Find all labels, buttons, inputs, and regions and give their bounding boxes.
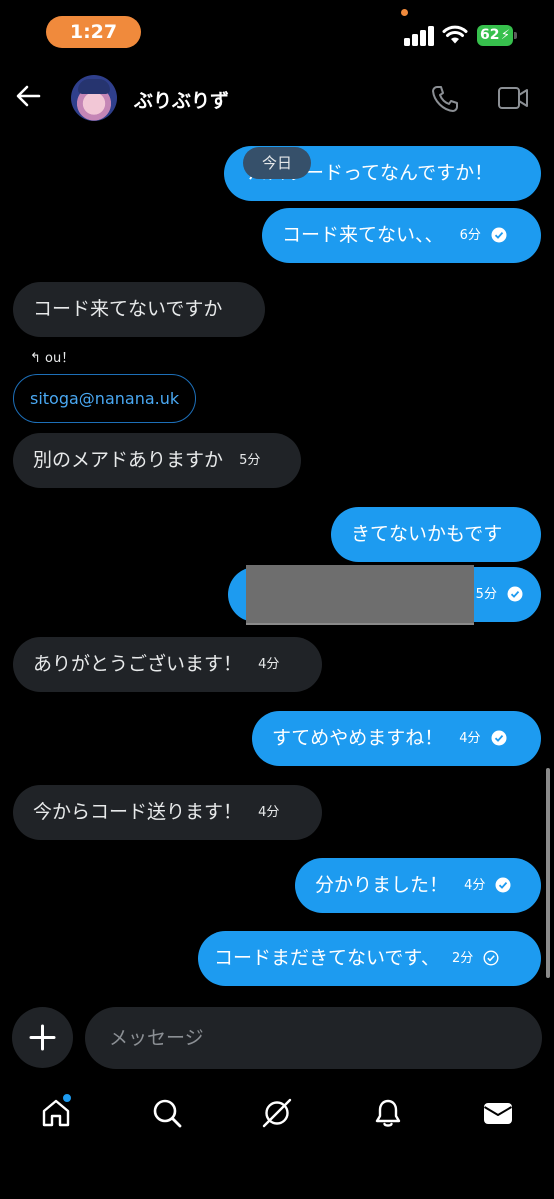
video-call-icon[interactable] [497,86,529,110]
message-text: 分かりました！ [315,874,449,896]
battery-level: 62 [480,27,500,43]
add-attachment-button[interactable] [12,1007,73,1068]
message-sent[interactable]: 分かりました！ 4分 [295,858,541,913]
message-text: コード来てないですか [33,298,223,320]
message-text: コードまだきてないです、 [214,947,440,969]
message-sent[interactable]: きてないかもです [331,507,541,562]
message-time: 2分 [451,951,474,966]
message-input[interactable] [85,1007,542,1069]
read-check-icon [491,730,507,745]
message-text: 別のメアドありますか [33,449,224,471]
message-received[interactable]: 今からコード送ります！ 4分 [13,785,322,840]
contact-avatar[interactable] [71,75,117,121]
message-received[interactable]: コード来てないですか [13,282,265,337]
message-received[interactable]: ありがとうございます！ 4分 [13,637,322,692]
scrollbar[interactable] [546,768,550,978]
search-icon[interactable] [151,1097,183,1129]
email-link-message[interactable]: sitoga@nanana.uk [13,374,197,423]
battery-cap [514,32,517,39]
recording-indicator [401,9,408,16]
message-time: 4分 [258,805,280,820]
battery-indicator: 62 ⚡ [477,25,513,46]
grok-icon[interactable] [261,1097,293,1129]
back-arrow-icon[interactable] [14,82,42,110]
message-time: 4分 [464,878,486,893]
message-received[interactable]: 別のメアドありますか 5分 [13,433,301,488]
reply-icon: ↰ [30,351,41,366]
status-bar: 1:27 62 ⚡ [0,0,554,64]
date-divider: 今日 [243,147,311,179]
status-time: 1:27 [46,16,141,48]
charging-icon: ⚡ [500,28,510,43]
message-text: ありがとうございます！ [33,653,243,675]
phone-call-icon[interactable] [430,84,460,114]
notifications-icon[interactable] [372,1097,404,1129]
reply-indicator: ↰ ou！ [30,347,74,366]
message-text: 今からコード送ります！ [33,801,243,823]
redacted-block [246,565,474,625]
bottom-navigation [0,1085,554,1149]
conversation-header: ぶりぶりず [0,64,554,132]
reply-snippet: ou！ [45,351,75,366]
messages-icon[interactable] [482,1097,514,1129]
message-time: 5分 [239,453,261,468]
read-check-icon [507,586,523,601]
message-sent[interactable]: すてめやめますね！ 4分 [252,711,541,766]
message-sent[interactable]: コード来てない、、 6分 [262,208,541,263]
message-text: すてめやめますね！ [272,727,444,749]
sent-check-icon [483,949,499,966]
message-time: 5分 [475,587,497,602]
email-link[interactable]: sitoga@nanana.uk [30,389,179,408]
message-text: きてないかもです [351,523,503,545]
message-sent[interactable]: コードまだきてないです、 2分 [198,931,541,986]
read-check-icon [491,227,507,242]
plus-icon [29,1024,56,1051]
wifi-icon [442,25,468,44]
home-notification-dot [62,1093,72,1103]
cellular-signal-icon [404,24,436,46]
message-text: コード来てない、、 [282,224,444,246]
message-time: 4分 [258,657,280,672]
message-time: 4分 [459,731,481,746]
read-check-icon [495,877,511,892]
contact-name[interactable]: ぶりぶりず [134,86,229,113]
message-time: 6分 [459,228,481,243]
